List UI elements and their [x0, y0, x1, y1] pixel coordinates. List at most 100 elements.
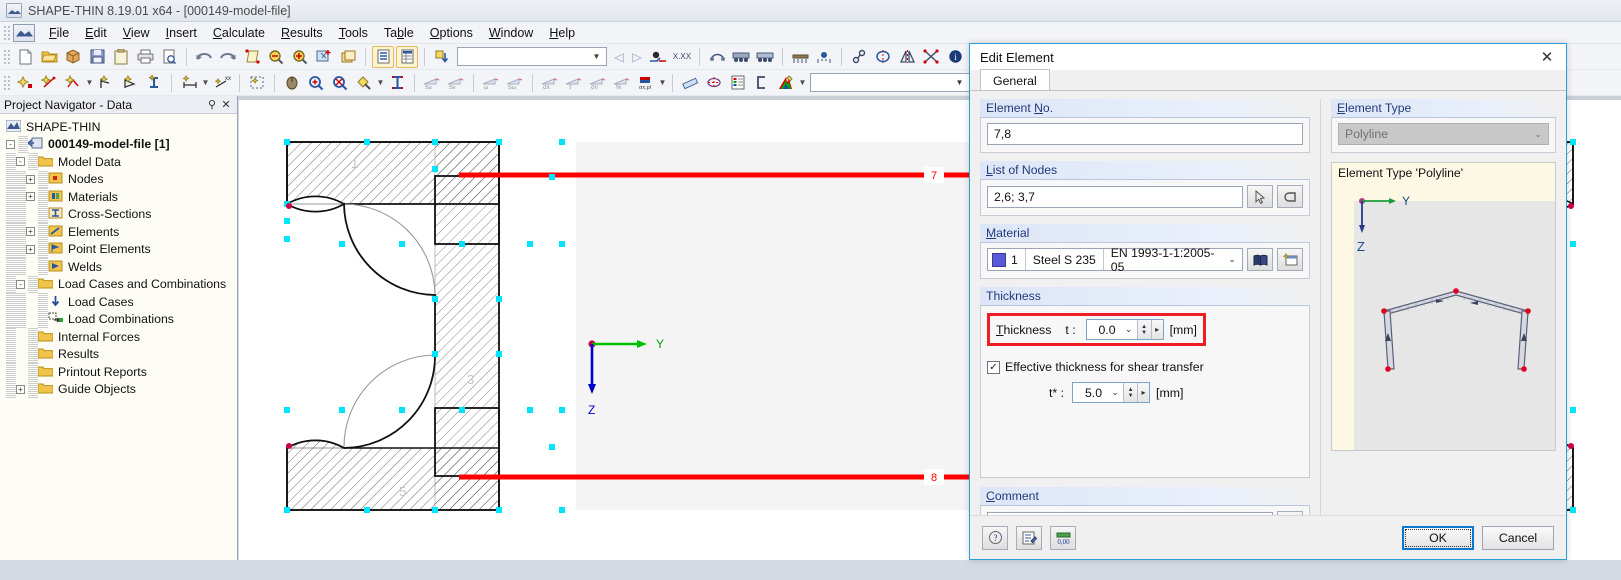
cross-snap-icon[interactable] — [920, 46, 942, 68]
stress-somega-icon[interactable]: Sω — [504, 72, 526, 94]
pick-cursor-icon[interactable] — [1247, 185, 1273, 208]
node-pick-icon[interactable] — [386, 72, 408, 94]
tree-toggle[interactable]: + — [26, 244, 35, 254]
thickness-more-button[interactable]: ▸ — [1150, 320, 1163, 339]
target-icon[interactable] — [703, 72, 725, 94]
thickness-input[interactable]: 0.0 ⌄ ▲ ▼ ▸ — [1085, 319, 1164, 340]
section-icon[interactable] — [241, 46, 263, 68]
material-combo[interactable]: 1 Steel S 235 EN 1993-1-1:2005-05 ⌄ — [987, 246, 1243, 274]
menu-item-results[interactable]: Results — [273, 24, 331, 42]
chevron-down-icon-eff-thickness[interactable]: ⌄ — [1107, 387, 1123, 398]
tree-item-welds[interactable]: Welds — [6, 258, 237, 276]
chevron-down-icon[interactable]: ▼ — [589, 49, 604, 64]
tree-item-model-data[interactable]: - Model Data — [6, 153, 237, 171]
effective-thickness-checkbox[interactable]: ✓ — [987, 360, 1000, 374]
stress-sigmax-icon[interactable]: σx — [539, 72, 561, 94]
select-add-icon[interactable] — [313, 46, 335, 68]
tree-item-elements[interactable]: + Elements — [6, 223, 237, 241]
stress-omega-icon[interactable]: ω — [480, 72, 502, 94]
dimension-icon[interactable] — [178, 72, 200, 94]
tree-toggle[interactable]: - — [16, 157, 25, 167]
new-node-icon[interactable] — [14, 72, 36, 94]
print-icon[interactable] — [134, 46, 156, 68]
edit-note-icon[interactable] — [1016, 525, 1042, 550]
close-icon[interactable]: ✕ — [1534, 46, 1560, 68]
tree-item-internal-forces[interactable]: Internal Forces — [6, 328, 237, 346]
effective-thickness-more-button[interactable]: ▸ — [1137, 383, 1150, 402]
toolbar2-grip[interactable] — [3, 74, 11, 91]
effective-thickness-input[interactable]: 5.0 ⌄ ▲ ▼ ▸ — [1072, 382, 1151, 403]
mesh-icon[interactable] — [789, 46, 811, 68]
tab-general[interactable]: General — [980, 69, 1050, 90]
new-file-icon[interactable] — [14, 46, 36, 68]
fill-icon[interactable] — [353, 72, 375, 94]
save-icon[interactable] — [86, 46, 108, 68]
units-icon[interactable]: 0,00 — [1050, 525, 1076, 550]
app-menu-icon[interactable] — [13, 23, 35, 42]
cancel-button[interactable]: Cancel — [1482, 525, 1554, 550]
new-arc2-icon[interactable] — [119, 72, 141, 94]
percent-icon[interactable]: % — [611, 72, 633, 94]
mesh-point-icon[interactable] — [813, 46, 835, 68]
tree-item-load-cases-and-combinations[interactable]: - Load Cases and Combinations — [6, 275, 237, 294]
open-folder-icon[interactable] — [38, 46, 60, 68]
new-polyline-icon[interactable] — [62, 72, 84, 94]
menu-item-view[interactable]: View — [115, 24, 158, 42]
select-rect-icon[interactable] — [246, 72, 268, 94]
mirror-circle-icon[interactable] — [872, 46, 894, 68]
colors-icon[interactable] — [775, 72, 797, 94]
undo-icon[interactable] — [193, 46, 215, 68]
stress-sigmav-icon[interactable]: σv — [587, 72, 609, 94]
x-xx-icon[interactable]: X.XX — [671, 46, 693, 68]
menu-item-tools[interactable]: Tools — [331, 24, 376, 42]
zoom-plus-icon[interactable] — [289, 46, 311, 68]
tree-toggle[interactable]: - — [6, 139, 15, 149]
tree-item-shape-thin[interactable]: SHAPE-THIN — [5, 118, 237, 136]
menu-item-file[interactable]: File — [41, 24, 77, 42]
menu-item-insert[interactable]: Insert — [158, 24, 205, 42]
toolbar2-combo[interactable]: ▼ — [810, 73, 970, 92]
thickness-stepper[interactable]: ▲ ▼ — [1136, 320, 1151, 339]
pin-icon[interactable]: ⚲ — [205, 98, 219, 111]
redo-icon[interactable] — [217, 46, 239, 68]
table-view-icon[interactable] — [372, 45, 394, 68]
print-preview-icon[interactable] — [158, 46, 180, 68]
fill-dropdown-icon[interactable]: ▼ — [376, 73, 385, 93]
library-book-icon[interactable] — [1247, 248, 1273, 271]
chevron-down-icon-element-type[interactable]: ⌄ — [1534, 129, 1542, 140]
table-grid-icon[interactable] — [396, 45, 418, 68]
menu-item-edit[interactable]: Edit — [77, 24, 115, 42]
sigma-dropdown-icon[interactable]: ▼ — [658, 73, 667, 93]
rotate-icon[interactable] — [706, 46, 728, 68]
package-icon[interactable] — [62, 46, 84, 68]
new-section-icon[interactable] — [143, 72, 165, 94]
effective-thickness-stepper[interactable]: ▲ ▼ — [1123, 383, 1138, 402]
element-no-input[interactable]: 7,8 — [987, 123, 1303, 145]
mouse-icon[interactable] — [281, 72, 303, 94]
toolbar1-combo[interactable]: ▼ — [457, 47, 607, 66]
tree-item-guide-objects[interactable]: + Guide Objects — [6, 380, 237, 399]
stress-su-icon[interactable]: Su — [421, 72, 443, 94]
ok-button[interactable]: OK — [1402, 525, 1474, 550]
bracket-icon[interactable] — [751, 72, 773, 94]
chevron-down-icon-2[interactable]: ▼ — [952, 75, 967, 90]
tree-item-nodes[interactable]: + Nodes — [6, 170, 237, 189]
menu-grip[interactable] — [3, 24, 11, 41]
stress-sv-icon[interactable]: Sv — [445, 72, 467, 94]
info-icon[interactable]: i — [944, 46, 966, 68]
ruler-icon[interactable] — [679, 72, 701, 94]
tree-toggle[interactable]: - — [16, 279, 25, 289]
tree-item-results[interactable]: Results — [6, 345, 237, 364]
nav-next-icon[interactable]: ▷ — [628, 47, 646, 67]
stress-tau-icon[interactable]: τ — [563, 72, 585, 94]
tree-toggle[interactable]: + — [26, 192, 35, 202]
zoom-in-icon[interactable] — [305, 72, 327, 94]
zoom-minus-icon[interactable] — [265, 46, 287, 68]
dimension-xx-icon[interactable]: xx — [211, 72, 233, 94]
menu-item-help[interactable]: Help — [541, 24, 583, 42]
clipboard-icon[interactable] — [110, 46, 132, 68]
colors-dropdown-icon[interactable]: ▼ — [798, 73, 807, 93]
dimension-dropdown-icon[interactable]: ▼ — [201, 73, 210, 93]
nav-prev-icon[interactable]: ◁ — [610, 47, 628, 67]
tree-toggle[interactable]: + — [26, 174, 35, 184]
